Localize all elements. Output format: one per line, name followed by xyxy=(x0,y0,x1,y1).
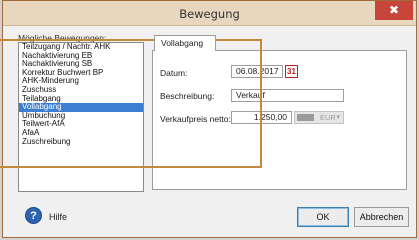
help-icon[interactable]: ? xyxy=(25,207,42,224)
currency-value: EUR xyxy=(320,113,336,122)
description-label: Beschreibung: xyxy=(160,91,215,101)
currency-flag-icon xyxy=(297,114,314,121)
description-field[interactable]: Verkauf xyxy=(231,89,344,102)
price-field[interactable]: 1.250,00 xyxy=(231,111,292,124)
calendar-icon[interactable]: 31 xyxy=(285,65,298,78)
price-label: Verkaufpreis netto: xyxy=(160,114,231,124)
window-title: Bewegung xyxy=(179,7,240,21)
tab-vollabgang[interactable]: Vollabgang xyxy=(154,35,216,51)
currency-select[interactable]: EUR ▾ xyxy=(294,111,344,124)
cancel-button[interactable]: Abbrechen xyxy=(354,207,409,227)
date-label: Datum: xyxy=(160,68,188,78)
close-button[interactable]: ✖ xyxy=(375,1,413,20)
ok-button[interactable]: OK xyxy=(297,207,349,227)
chevron-down-icon: ▾ xyxy=(336,114,340,121)
movements-list[interactable]: Teilzugang / Nachtr. AHK Nachaktivierung … xyxy=(18,42,144,192)
title-bar[interactable]: Bewegung ✖ xyxy=(3,1,416,26)
list-item[interactable]: Zuschreibung xyxy=(19,137,143,147)
help-label[interactable]: Hilfe xyxy=(49,212,67,222)
date-field[interactable]: 06.08.2017 xyxy=(231,65,283,78)
